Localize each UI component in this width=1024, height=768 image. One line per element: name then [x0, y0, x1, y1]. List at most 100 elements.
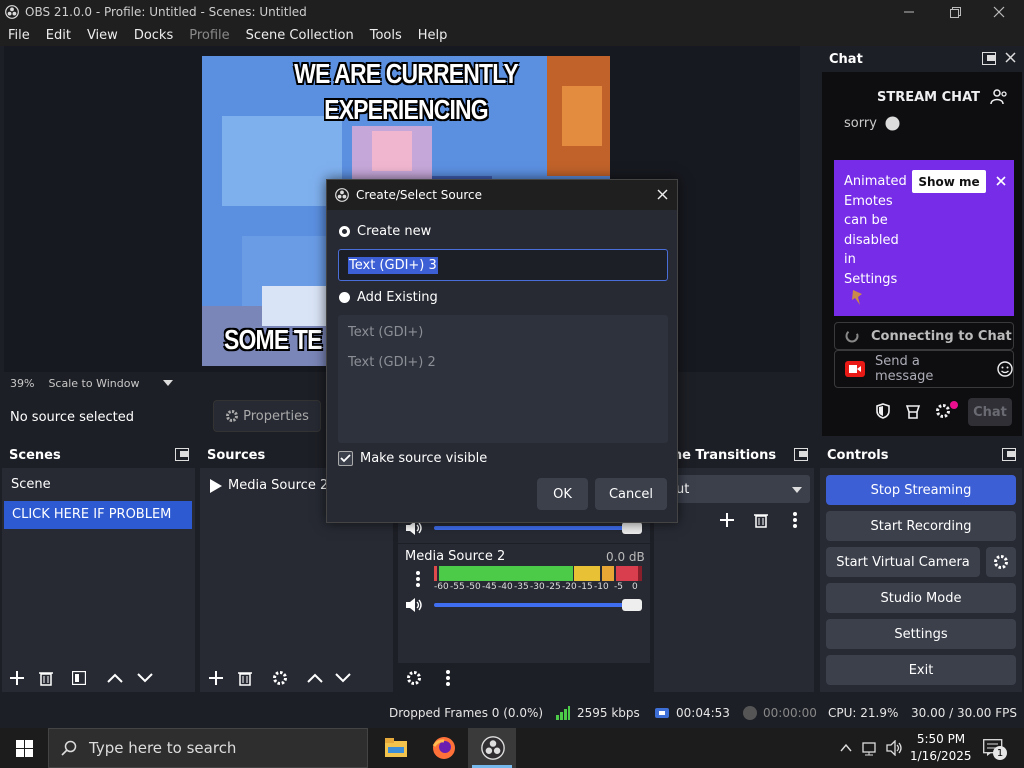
float-icon[interactable]	[175, 448, 189, 461]
meter-tick: -45	[482, 582, 497, 592]
start-recording-button[interactable]: Start Recording	[826, 511, 1016, 541]
menu-file[interactable]: File	[0, 28, 38, 43]
existing-source-item[interactable]: Text (GDI+) 2	[348, 355, 436, 370]
mixer-track-name: Media Source 2	[405, 549, 506, 564]
create-new-label: Create new	[357, 224, 432, 239]
cpu-usage: CPU: 21.9%	[828, 706, 899, 720]
add-icon[interactable]	[5, 666, 29, 690]
chat-message-partial: sorry	[844, 116, 877, 131]
float-icon[interactable]	[1002, 448, 1016, 461]
close-button[interactable]	[976, 0, 1022, 24]
clock-time[interactable]: 5:50 PM	[916, 732, 966, 746]
gear-icon[interactable]	[268, 666, 292, 690]
menu-help[interactable]: Help	[410, 28, 456, 43]
stop-streaming-button[interactable]: Stop Streaming	[826, 475, 1016, 505]
minimize-button[interactable]	[886, 0, 932, 24]
chevron-down-icon[interactable]	[163, 380, 174, 386]
menu-docks[interactable]: Docks	[126, 28, 181, 43]
source-name-input[interactable]: Text (GDI+) 3	[338, 249, 668, 281]
maximize-button[interactable]	[932, 0, 978, 24]
trash-icon[interactable]	[749, 508, 773, 532]
dialog-title: Create/Select Source	[356, 188, 482, 202]
chevron-up-icon[interactable]	[840, 744, 852, 752]
play-icon	[210, 478, 222, 493]
file-explorer-icon[interactable]	[385, 738, 407, 757]
up-arrow-icon[interactable]	[103, 666, 127, 690]
gear-icon[interactable]	[935, 403, 951, 419]
trash-icon[interactable]	[233, 666, 257, 690]
zoom-mode-select[interactable]: Scale to Window	[48, 377, 139, 390]
transition-selected: ut	[676, 481, 690, 497]
make-visible-label: Make source visible	[360, 451, 488, 466]
virtual-camera-settings-button[interactable]	[986, 547, 1016, 577]
more-vertical-icon[interactable]	[783, 508, 807, 532]
gear-icon[interactable]	[402, 666, 426, 690]
chat-dock: Chat STREAM CHAT sorry Animated Emotes c…	[822, 46, 1022, 436]
volume-slider-handle[interactable]	[622, 599, 642, 611]
chat-body: STREAM CHAT sorry Animated Emotes can be…	[822, 72, 1022, 436]
add-icon[interactable]	[715, 508, 739, 532]
meter-tick: -30	[530, 582, 545, 592]
down-arrow-icon[interactable]	[133, 666, 157, 690]
meme-text-line2: EXPERIENCING	[324, 94, 488, 125]
radio-create-new[interactable]	[339, 226, 350, 237]
menu-view[interactable]: View	[79, 28, 126, 43]
volume-slider-handle[interactable]	[622, 522, 642, 534]
scene-item-selected[interactable]: CLICK HERE IF PROBLEM	[4, 501, 192, 529]
source-item[interactable]: Media Source 2	[210, 478, 328, 493]
more-vertical-icon[interactable]	[436, 666, 460, 690]
properties-button[interactable]: Properties	[213, 400, 321, 432]
menu-scene-collection[interactable]: Scene Collection	[238, 28, 362, 43]
clock-date[interactable]: 1/16/2025	[910, 749, 972, 763]
meter-tick: 0	[632, 582, 638, 592]
firefox-icon[interactable]	[432, 736, 456, 760]
float-icon[interactable]	[982, 52, 996, 65]
show-me-button[interactable]: Show me	[912, 170, 986, 193]
make-visible-checkbox[interactable]	[338, 451, 353, 466]
more-vertical-icon[interactable]	[406, 567, 430, 591]
network-icon[interactable]	[862, 740, 880, 756]
camera-icon[interactable]	[845, 359, 865, 379]
chat-button[interactable]: Chat	[968, 398, 1012, 426]
windows-start-icon[interactable]	[16, 740, 33, 757]
menu-bar: File Edit View Docks Profile Scene Colle…	[0, 24, 1024, 46]
users-icon[interactable]	[990, 88, 1008, 106]
add-icon[interactable]	[204, 666, 228, 690]
meter-tick: -50	[466, 582, 481, 592]
obs-taskbar-item[interactable]	[468, 728, 516, 768]
volume-icon[interactable]	[886, 740, 904, 756]
gift-icon[interactable]	[905, 403, 921, 419]
source-name-value: Text (GDI+) 3	[348, 256, 438, 274]
smiley-icon[interactable]	[997, 361, 1013, 377]
send-message-input[interactable]: Send a message	[834, 350, 1014, 388]
ok-button[interactable]: OK	[537, 478, 588, 510]
stream-time: 00:04:53	[676, 706, 730, 720]
controls-header: Controls	[820, 442, 1022, 468]
taskbar-search[interactable]: Type here to search	[48, 728, 368, 768]
existing-source-item[interactable]: Text (GDI+)	[348, 325, 423, 340]
volume-slider[interactable]	[434, 526, 630, 530]
trash-icon[interactable]	[34, 666, 58, 690]
close-icon[interactable]	[1005, 52, 1016, 63]
exit-button[interactable]: Exit	[826, 655, 1016, 685]
shield-icon[interactable]	[876, 403, 890, 419]
radio-add-existing[interactable]	[339, 292, 350, 303]
scenes-header: Scenes	[2, 442, 195, 468]
volume-slider[interactable]	[434, 603, 630, 607]
menu-profile[interactable]: Profile	[181, 28, 237, 43]
close-icon[interactable]	[996, 176, 1006, 186]
close-icon[interactable]	[657, 189, 668, 200]
studio-mode-button[interactable]: Studio Mode	[826, 583, 1016, 613]
menu-tools[interactable]: Tools	[362, 28, 410, 43]
start-virtual-camera-button[interactable]: Start Virtual Camera	[826, 547, 980, 577]
speaker-icon[interactable]	[402, 593, 426, 617]
filter-icon[interactable]	[67, 666, 91, 690]
emote-icon	[885, 116, 900, 131]
settings-button[interactable]: Settings	[826, 619, 1016, 649]
float-icon[interactable]	[794, 448, 808, 461]
scene-item[interactable]: Scene	[2, 472, 192, 498]
cancel-button[interactable]: Cancel	[595, 478, 667, 510]
down-arrow-icon[interactable]	[331, 666, 355, 690]
up-arrow-icon[interactable]	[303, 666, 327, 690]
menu-edit[interactable]: Edit	[38, 28, 79, 43]
